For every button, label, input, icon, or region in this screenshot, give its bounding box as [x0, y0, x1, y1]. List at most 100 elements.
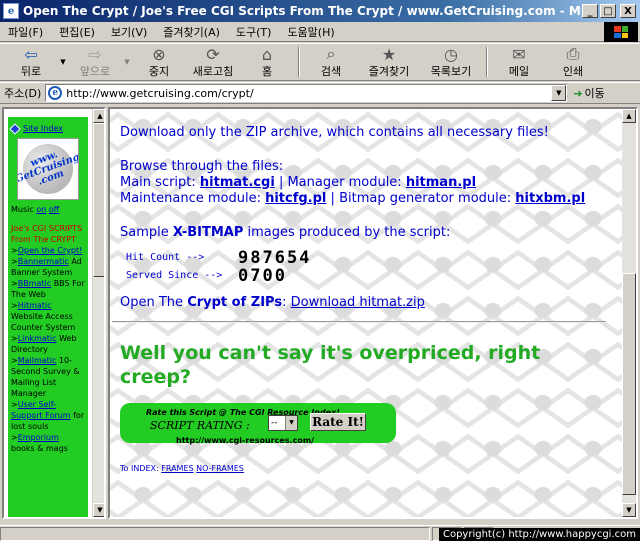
- main-scroll-thumb[interactable]: [622, 273, 636, 495]
- separator: |: [278, 175, 284, 190]
- index-links: To INDEX: FRAMES NO-FRAMES: [120, 461, 616, 477]
- horizontal-rule: [112, 321, 606, 323]
- scroll-up-icon[interactable]: ▲: [93, 109, 104, 123]
- left-scrollbar[interactable]: ▲ ▼: [92, 109, 104, 517]
- diamond-icon: [9, 122, 21, 135]
- rate-it-button[interactable]: Rate It!: [310, 413, 366, 431]
- maintenance-link[interactable]: hitcfg.pl: [265, 191, 326, 206]
- mail-button[interactable]: ✉ 메일: [492, 44, 546, 80]
- history-button[interactable]: ◷ 목록보기: [420, 44, 482, 80]
- separator: |: [330, 191, 335, 206]
- windows-flag-icon: [614, 26, 628, 38]
- minimize-button[interactable]: _: [582, 4, 598, 18]
- address-url[interactable]: http://www.getcruising.com/crypt/: [66, 87, 551, 100]
- music-off-link[interactable]: off: [49, 205, 59, 214]
- sample-bold: X-BITMAP: [172, 225, 244, 240]
- download-zip-link[interactable]: Download hitmat.zip: [291, 295, 425, 310]
- copyright-banner: Copyright(c) http://www.happycgi.com: [438, 528, 640, 541]
- forward-dropdown-icon[interactable]: ▼: [122, 58, 132, 66]
- left-nav-panel: Site Index www. GetCruising .com Music o…: [8, 117, 88, 517]
- go-button[interactable]: ➜ 이동: [573, 85, 604, 101]
- manager-link[interactable]: hitman.pl: [406, 175, 476, 190]
- address-label: 주소(D): [4, 87, 42, 100]
- menu-view[interactable]: 보기(V): [103, 24, 155, 40]
- frames-link[interactable]: FRAMES: [161, 464, 193, 473]
- search-label: 검색: [320, 65, 342, 78]
- served-since-label: Served Since -->: [126, 270, 223, 281]
- main-script-link[interactable]: hitmat.cgi: [200, 175, 275, 190]
- noframes-link[interactable]: NO-FRAMES: [196, 464, 244, 473]
- back-dropdown-icon[interactable]: ▼: [58, 58, 68, 66]
- title-bar: e Open The Crypt / Joe's Free CGI Script…: [0, 0, 640, 22]
- rating-url[interactable]: http://www.cgi-resources.com/: [176, 433, 314, 449]
- search-button[interactable]: ⌕ 검색: [304, 44, 358, 80]
- sample-post: images produced by the script:: [247, 225, 451, 240]
- back-label: 뒤로: [20, 65, 42, 78]
- menu-help[interactable]: 도움말(H): [279, 24, 342, 40]
- print-button[interactable]: ⎙ 인쇄: [546, 44, 600, 80]
- main-script-label: Main script:: [120, 175, 196, 190]
- menu-bar: 파일(F) 편집(E) 보기(V) 즐겨찾기(A) 도구(T) 도움말(H): [0, 22, 640, 42]
- music-on-link[interactable]: on: [36, 205, 46, 214]
- back-arrow-icon: ⇦: [24, 44, 38, 64]
- menu-file[interactable]: 파일(F): [0, 24, 51, 40]
- chevron-down-icon[interactable]: ▼: [285, 416, 297, 430]
- maintenance-label: Maintenance module:: [120, 191, 261, 206]
- menu-edit[interactable]: 편집(E): [51, 24, 103, 40]
- print-icon: ⎙: [566, 44, 580, 63]
- index-label: To INDEX:: [120, 464, 159, 473]
- rating-select[interactable]: -- ▼: [268, 415, 298, 431]
- sidebar-item-hitmatic[interactable]: Hitmatic: [18, 301, 52, 310]
- served-since-image: 0700: [238, 266, 287, 286]
- sidebar-item-linkmatic[interactable]: Linkmatic: [18, 334, 57, 343]
- search-icon: ⌕: [326, 44, 336, 63]
- scroll-down-icon[interactable]: ▼: [622, 503, 636, 517]
- hit-count-row: Hit Count --> 987654: [126, 249, 616, 267]
- sidebar-item: >Emporium books & mags: [11, 433, 68, 453]
- go-arrow-icon: ➜: [573, 86, 583, 100]
- back-button[interactable]: ⇦ 뒤로: [4, 44, 58, 80]
- maximize-button[interactable]: □: [600, 4, 616, 18]
- getcruising-logo[interactable]: www. GetCruising .com: [17, 138, 79, 200]
- bitmap-link[interactable]: hitxbm.pl: [515, 191, 585, 206]
- toolbar: ⇦ 뒤로 ▼ ⇨ 앞으로 ▼ ⊗ 중지 ⟳ 새로고침 ⌂ 홈 ⌕ 검색 ★ 즐겨…: [0, 43, 640, 81]
- forward-arrow-icon: ⇨: [88, 44, 102, 64]
- sidebar-item-mailmatic[interactable]: Mailmatic: [18, 356, 57, 365]
- rating-label: SCRIPT RATING :: [150, 419, 250, 432]
- scroll-up-icon[interactable]: ▲: [622, 109, 636, 123]
- home-button[interactable]: ⌂ 홈: [240, 44, 294, 80]
- open-colon: :: [282, 295, 287, 310]
- manager-label: Manager module:: [287, 175, 402, 190]
- address-dropdown-icon[interactable]: ▼: [551, 85, 567, 101]
- rating-widget: Rate this Script @ The CGI Resource Inde…: [120, 403, 396, 445]
- mail-label: 메일: [508, 65, 530, 78]
- stop-button[interactable]: ⊗ 중지: [132, 44, 186, 80]
- sidebar-item: >Linkmatic Web Directory: [11, 334, 77, 354]
- site-index-link[interactable]: Site Index: [23, 123, 63, 134]
- sidebar-item-bannermatic[interactable]: Bannermatic: [18, 257, 69, 266]
- address-bar: 주소(D) e http://www.getcruising.com/crypt…: [0, 82, 640, 104]
- sidebar-item-open-crypt[interactable]: Open the Crypt!: [18, 246, 83, 255]
- ie-icon: e: [3, 3, 19, 19]
- music-toggle: Music on off: [11, 204, 85, 215]
- menu-favorites[interactable]: 즐겨찾기(A): [155, 24, 228, 40]
- close-button[interactable]: X: [620, 4, 636, 18]
- open-bold: Crypt of ZIPs: [187, 295, 283, 310]
- favorites-button[interactable]: ★ 즐겨찾기: [358, 44, 420, 80]
- main-page: Download only the ZIP archive, which con…: [112, 125, 616, 477]
- main-scrollbar[interactable]: ▲ ▼: [622, 109, 636, 517]
- menu-tools[interactable]: 도구(T): [228, 24, 280, 40]
- refresh-button[interactable]: ⟳ 새로고침: [186, 44, 240, 80]
- sidebar-item: >User Self-Support Forum for lost souls: [11, 400, 85, 431]
- scroll-down-icon[interactable]: ▼: [93, 503, 104, 517]
- sidebar-item-desc: Website Access Counter System: [11, 312, 76, 332]
- sidebar-item-support-forum[interactable]: User Self-Support Forum: [11, 400, 71, 420]
- sidebar-item-emporium[interactable]: Emporium: [18, 433, 59, 442]
- favorites-label: 즐겨찾기: [368, 65, 410, 78]
- left-scroll-thumb[interactable]: [93, 123, 104, 277]
- sidebar-item-bbmatic[interactable]: BBmatic: [18, 279, 51, 288]
- address-input[interactable]: e http://www.getcruising.com/crypt/ ▼: [45, 84, 568, 102]
- main-frame: Download only the ZIP archive, which con…: [108, 107, 638, 519]
- open-pre: Open The: [120, 295, 184, 310]
- forward-button[interactable]: ⇨ 앞으로: [68, 44, 122, 80]
